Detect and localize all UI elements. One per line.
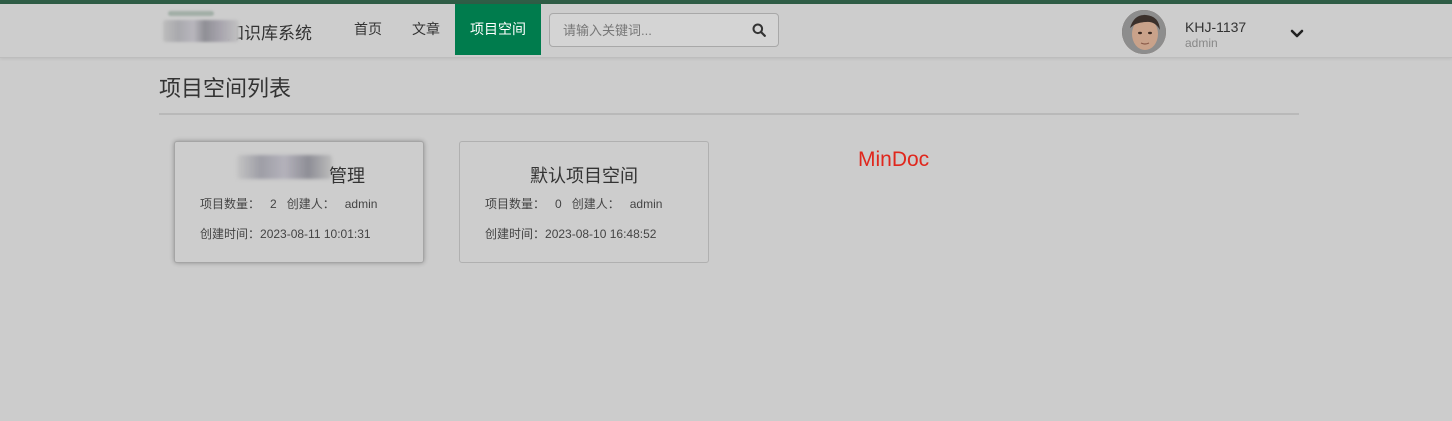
created-time-label: 创建时间：: [200, 227, 261, 241]
user-menu-toggle[interactable]: [1288, 24, 1306, 42]
user-role: admin: [1185, 36, 1218, 50]
project-count-label: 项目数量：: [485, 197, 546, 211]
created-time-value: 2023-08-11 10:01:31: [260, 227, 371, 241]
search-box: [549, 13, 779, 47]
avatar[interactable]: [1122, 10, 1166, 54]
card-title: 管理: [329, 166, 365, 186]
mindoc-watermark: MinDoc: [858, 148, 930, 171]
created-time-label: 创建时间：: [485, 227, 546, 241]
navbar: 知识库系统 首页 文章 项目空间 KHJ-1137 admin: [0, 4, 1452, 58]
page-title: 项目空间列表: [159, 76, 292, 101]
chevron-down-icon: [1290, 29, 1304, 38]
card-meta-row: 项目数量： 2 创建人： admin: [200, 195, 377, 212]
project-count-value: 2: [270, 197, 277, 211]
nav-item-project-space[interactable]: 项目空间: [455, 4, 541, 55]
card-meta-row: 项目数量： 0 创建人： admin: [485, 195, 662, 212]
project-count: 项目数量： 0: [485, 197, 562, 211]
search-icon: [752, 23, 766, 37]
project-count: 项目数量： 2: [200, 197, 277, 211]
creator-label: 创建人：: [571, 197, 620, 211]
card-created-time: 创建时间：2023-08-10 16:48:52: [485, 225, 656, 242]
brand-redacted-text: [163, 20, 239, 42]
search-button[interactable]: [740, 14, 778, 46]
card-title: 默认项目空间: [530, 166, 638, 186]
project-space-card[interactable]: 默认项目空间 项目数量： 0 创建人： admin 创建时间：2023-08-10 1…: [459, 141, 709, 263]
user-name[interactable]: KHJ-1137: [1185, 19, 1246, 35]
title-divider: [159, 113, 1299, 115]
creator: 创建人： admin: [572, 197, 663, 211]
project-count-label: 项目数量：: [200, 197, 261, 211]
search-input[interactable]: [550, 14, 740, 46]
brand-title: 知识库系统: [227, 23, 312, 43]
created-time-value: 2023-08-10 16:48:52: [545, 227, 657, 241]
creator-value: admin: [629, 197, 663, 211]
avatar-image: [1122, 10, 1166, 54]
creator: 创建人： admin: [287, 197, 378, 211]
card-created-time: 创建时间：2023-08-11 10:01:31: [200, 225, 371, 242]
nav-item-articles[interactable]: 文章: [405, 4, 447, 55]
project-count-value: 0: [555, 197, 562, 211]
brand[interactable]: 知识库系统: [163, 4, 333, 58]
nav-item-home[interactable]: 首页: [348, 4, 388, 55]
project-space-card[interactable]: 管理 项目数量： 2 创建人： admin 创建时间：2023-08-11 10:01…: [174, 141, 424, 263]
creator-value: admin: [344, 197, 378, 211]
creator-label: 创建人：: [286, 197, 335, 211]
